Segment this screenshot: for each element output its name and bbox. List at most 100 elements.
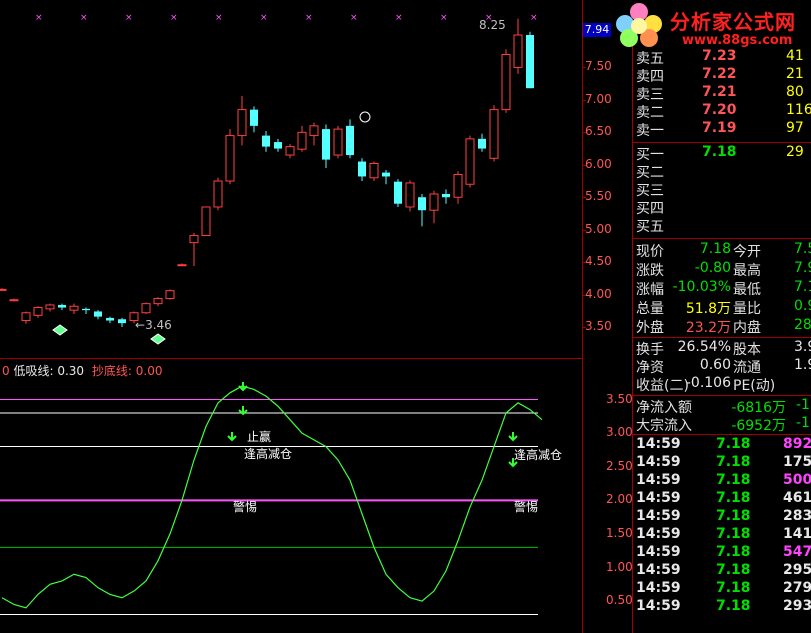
quote-value-2: 0.9 (794, 298, 811, 314)
indicator-legend[interactable]: 0 低吸线: 0.30 抄底线: 0.00 (2, 362, 162, 379)
price-axis-tick (582, 262, 586, 264)
bid-row[interactable]: 买五 (636, 216, 811, 235)
candle-body (465, 138, 475, 185)
candle-body (0, 288, 7, 291)
bid-row[interactable]: 买三 (636, 180, 811, 199)
candle-body (69, 305, 79, 311)
bid-row[interactable]: 买二 (636, 162, 811, 181)
tick-volume: 293 (783, 598, 811, 614)
ask-volume: 116 (786, 102, 811, 118)
tick-row[interactable]: 14:59 7.18 461 (636, 490, 811, 508)
ask-row[interactable]: 卖四 7.22 21 (636, 66, 811, 85)
quote-row: 涨幅 -10.03%最低 7.1 (636, 279, 811, 298)
tick-time: 14:59 (636, 580, 681, 596)
tick-row[interactable]: 14:59 7.18 892 (636, 436, 811, 454)
kline-chart-svg[interactable]: × × × × × × × × × × × × (0, 0, 582, 633)
tick-price: 7.18 (716, 526, 751, 542)
tick-price: 7.18 (716, 436, 751, 452)
high-price-label: 8.25 (479, 18, 506, 32)
candle-body (165, 290, 175, 299)
tick-row[interactable]: 14:59 7.18 141 (636, 526, 811, 544)
candle-body (213, 180, 223, 208)
tick-row[interactable]: 14:59 7.18 293 (636, 598, 811, 616)
candle-body (9, 299, 19, 302)
tick-price: 7.18 (716, 508, 751, 524)
candle-body (285, 146, 295, 156)
tick-row[interactable]: 14:59 7.18 175 (636, 454, 811, 472)
candle-body (189, 235, 199, 244)
candle-body (58, 304, 66, 308)
tick-price: 7.18 (716, 544, 751, 560)
tick-row[interactable]: 14:59 7.18 283 (636, 508, 811, 526)
tick-volume: 547 (783, 544, 811, 560)
fundamental-row: 换手 26.54%股本 3.90 (636, 339, 811, 358)
quote-divider-4 (633, 434, 811, 435)
indicator-legend-prefix: 0 (2, 364, 10, 378)
quote-value-2: 7.5 (794, 241, 811, 257)
ask-volume: 80 (786, 84, 804, 100)
candle-body (442, 193, 450, 198)
tick-time: 14:59 (636, 436, 681, 452)
flow-value: -6952万 (731, 418, 786, 434)
signal-marker: × (35, 13, 43, 23)
price-axis-label: 6.00 (585, 156, 612, 171)
ask-row[interactable]: 卖一 7.19 97 (636, 120, 811, 139)
quote-label: 涨幅 (636, 282, 664, 298)
fundamental-value: -0.106 (685, 375, 731, 391)
fundamental-value: 0.60 (699, 357, 731, 373)
tick-volume: 175 (783, 454, 811, 470)
candle-body (33, 307, 43, 316)
candle-body (369, 162, 379, 179)
candle-body (358, 161, 366, 177)
fundamental-label: 净资 (636, 360, 664, 376)
fundamental-label: 收益(二) (636, 378, 689, 394)
fundamental-row: 收益(二) -0.106 PE(动) (636, 375, 811, 394)
price-axis-label: 4.00 (585, 286, 612, 301)
price-axis-tick (582, 67, 586, 69)
tick-price: 7.18 (716, 490, 751, 506)
tick-row[interactable]: 14:59 7.18 547 (636, 544, 811, 562)
fundamental-value-2: 1.95 (794, 357, 811, 373)
tick-time: 14:59 (636, 544, 681, 560)
tick-price: 7.18 (716, 562, 751, 578)
ask-label: 卖三 (636, 87, 664, 103)
indicator-legend-name: 低吸线: (13, 364, 54, 378)
low-arrow-icon: ← (135, 318, 146, 332)
price-axis-tick (582, 327, 586, 329)
site-logo[interactable]: 分析家公式网 www.88gs.com (611, 0, 811, 50)
tick-time: 14:59 (636, 598, 681, 614)
candle-body (309, 125, 319, 137)
quote-row: 涨跌 -0.80最高 7.9 (636, 260, 811, 279)
ask-row[interactable]: 卖五 7.23 41 (636, 48, 811, 67)
ask-price: 7.23 (702, 48, 737, 64)
price-axis-tick (582, 164, 586, 166)
tick-price: 7.18 (716, 580, 751, 596)
tick-time: 14:59 (636, 490, 681, 506)
bid-row[interactable]: 买一 7.18 29 (636, 144, 811, 163)
candle-body (489, 109, 499, 159)
tick-volume: 295 (783, 562, 811, 578)
tick-row[interactable]: 14:59 7.18 500 (636, 472, 811, 490)
ask-row[interactable]: 卖二 7.20 116 (636, 102, 811, 121)
quote-divider-3 (633, 395, 811, 396)
candle-body (513, 34, 523, 68)
quote-divider (633, 238, 811, 239)
tick-row[interactable]: 14:59 7.18 295 (636, 562, 811, 580)
quote-value-2: 28.6 (794, 317, 811, 333)
candle-body (141, 303, 151, 314)
bid-row[interactable]: 买四 (636, 198, 811, 217)
price-axis-label: 6.50 (585, 124, 612, 139)
quote-label-2: 今开 (733, 244, 761, 260)
kline-chart-area[interactable]: × × × × × × × × × × × × (0, 0, 582, 633)
diamond-buy-icon (52, 324, 68, 336)
candle-body (405, 182, 415, 208)
signal-marker: × (260, 13, 268, 23)
ask-price: 7.22 (702, 66, 737, 82)
ask-row[interactable]: 卖三 7.21 80 (636, 84, 811, 103)
ask-volume: 41 (786, 48, 804, 64)
tick-row[interactable]: 14:59 7.18 279 (636, 580, 811, 598)
signal-marker: × (80, 13, 88, 23)
fundamental-label-2: 流通 (733, 360, 761, 376)
diamond-buy-icon (150, 333, 166, 345)
logo-url: www.88gs.com (682, 33, 793, 48)
